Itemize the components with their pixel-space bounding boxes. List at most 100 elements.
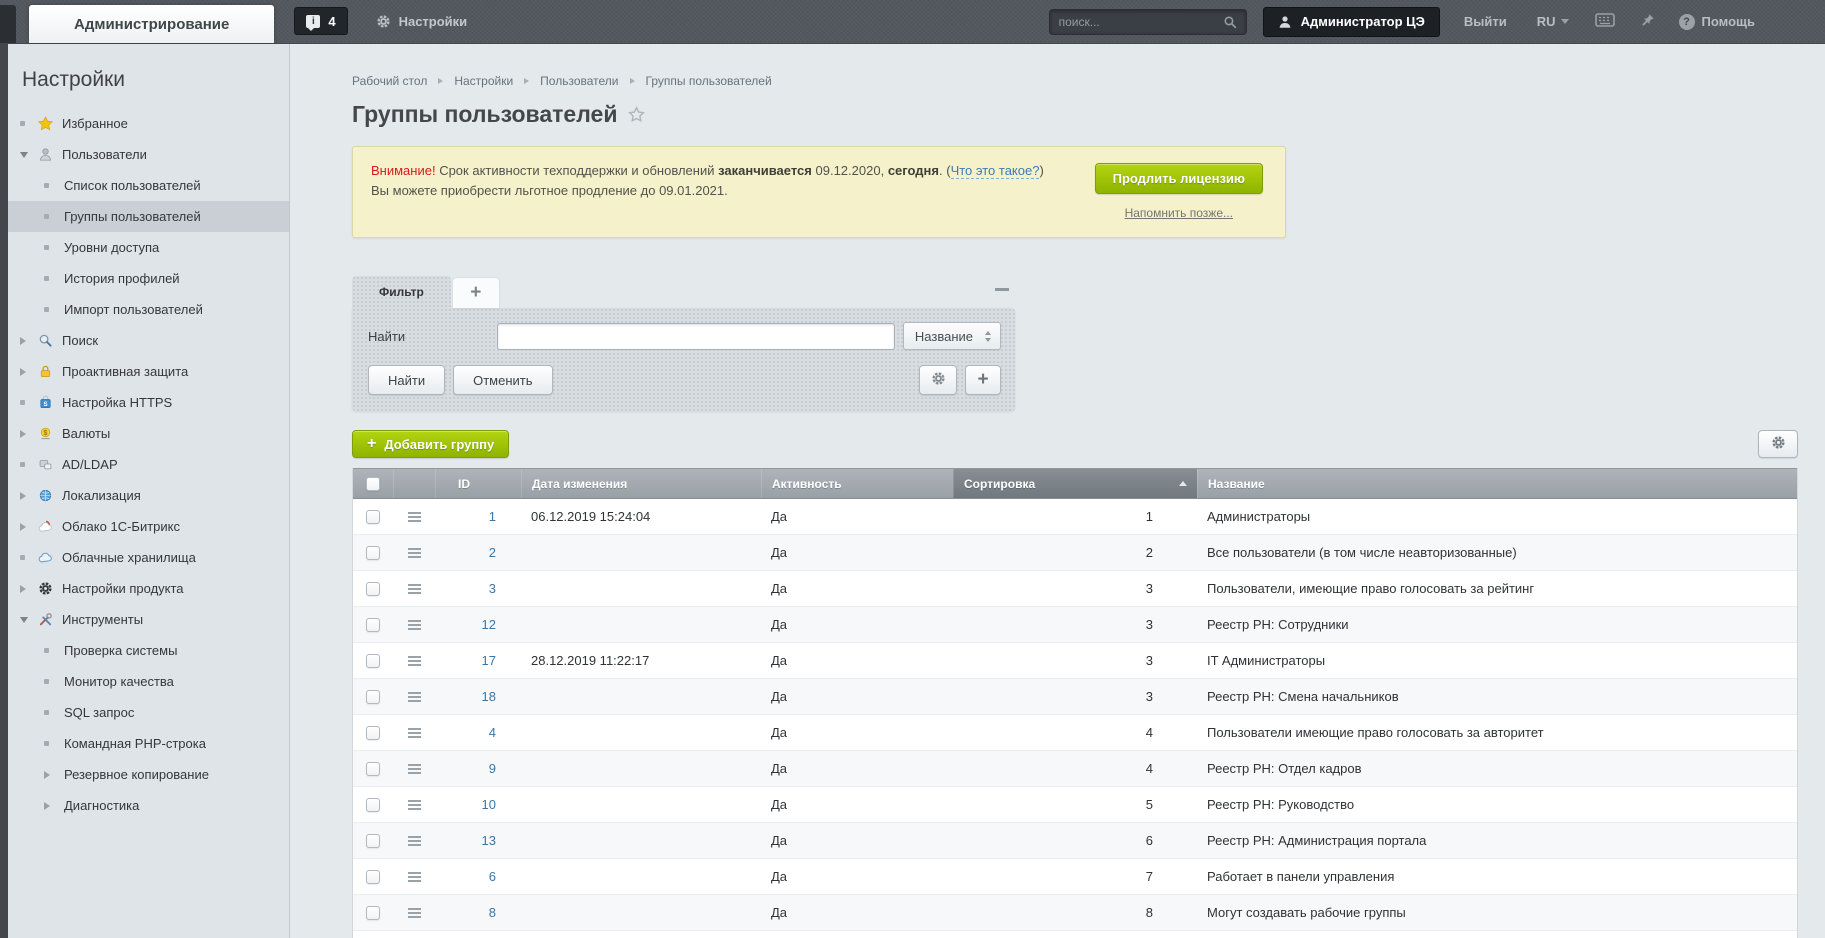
hotkeys-keyboard-button[interactable] (1595, 13, 1615, 30)
sidebar-item[interactable]: Поиск (8, 325, 289, 356)
row-menu-icon[interactable] (408, 876, 421, 878)
row-checkbox[interactable] (366, 762, 380, 776)
expander-icon[interactable] (44, 771, 58, 779)
row-id-link[interactable]: 6 (489, 869, 496, 884)
row-id-link[interactable]: 17 (482, 653, 496, 668)
row-id-link[interactable]: 3 (489, 581, 496, 596)
sidebar-item[interactable]: Командная PHP-строка (8, 728, 289, 759)
add-filter-tab-button[interactable]: + (453, 278, 499, 308)
sidebar-item[interactable]: Облачные хранилища (8, 542, 289, 573)
sidebar-collapse-strip[interactable] (0, 44, 8, 938)
logout-link[interactable]: Выйти (1464, 14, 1507, 29)
sidebar-item[interactable]: Диагностика (8, 790, 289, 821)
row-menu-icon[interactable] (408, 912, 421, 914)
row-menu-icon[interactable] (408, 624, 421, 626)
row-id-link[interactable]: 13 (482, 833, 496, 848)
remind-later-link[interactable]: Напомнить позже... (1125, 203, 1233, 223)
select-all-checkbox[interactable] (366, 477, 380, 491)
row-id-link[interactable]: 18 (482, 689, 496, 704)
help-button[interactable]: ? Помощь (1679, 14, 1755, 30)
breadcrumb-link[interactable]: Настройки (454, 74, 513, 88)
row-menu-icon[interactable] (408, 768, 421, 770)
row-checkbox[interactable] (366, 870, 380, 884)
pin-panel-button[interactable] (1641, 13, 1655, 30)
sidebar-item[interactable]: Монитор качества (8, 666, 289, 697)
row-id-link[interactable]: 10 (482, 797, 496, 812)
row-checkbox[interactable] (366, 510, 380, 524)
expander-icon[interactable] (20, 337, 34, 345)
sidebar-item[interactable]: SНастройка HTTPS (8, 387, 289, 418)
row-menu-icon[interactable] (408, 804, 421, 806)
add-group-button[interactable]: + Добавить группу (352, 430, 509, 458)
row-menu-icon[interactable] (408, 516, 421, 518)
extend-license-button[interactable]: Продлить лицензию (1095, 163, 1263, 194)
row-menu-icon[interactable] (408, 660, 421, 662)
sidebar-item[interactable]: Локализация (8, 480, 289, 511)
topbar-settings-button[interactable]: Настройки (376, 14, 468, 29)
row-checkbox[interactable] (366, 906, 380, 920)
expander-icon[interactable] (20, 523, 34, 531)
sidebar-item[interactable]: SQL запрос (8, 697, 289, 728)
row-menu-icon[interactable] (408, 696, 421, 698)
row-id-link[interactable]: 4 (489, 725, 496, 740)
row-id-link[interactable]: 8 (489, 905, 496, 920)
breadcrumb-link[interactable]: Группы пользователей (646, 74, 772, 88)
breadcrumb-link[interactable]: Пользователи (540, 74, 618, 88)
sidebar-item[interactable]: Пользователи (8, 139, 289, 170)
column-header-active[interactable]: Активность (761, 469, 953, 498)
sidebar-item[interactable]: История профилей (8, 263, 289, 294)
add-filter-field-button[interactable]: + (965, 365, 1001, 395)
filter-settings-button[interactable] (919, 365, 957, 395)
row-id-link[interactable]: 9 (489, 761, 496, 776)
breadcrumb-link[interactable]: Рабочий стол (352, 74, 427, 88)
current-user-button[interactable]: Администратор ЦЭ (1263, 7, 1440, 37)
expander-icon[interactable] (20, 368, 34, 376)
sidebar-item[interactable]: Импорт пользователей (8, 294, 289, 325)
expander-icon[interactable] (44, 802, 58, 810)
cancel-button[interactable]: Отменить (453, 365, 552, 395)
expander-icon[interactable] (20, 617, 34, 623)
sidebar-item[interactable]: Проверка системы (8, 635, 289, 666)
row-checkbox[interactable] (366, 618, 380, 632)
row-checkbox[interactable] (366, 726, 380, 740)
row-checkbox[interactable] (366, 690, 380, 704)
sidebar-item[interactable]: Инструменты (8, 604, 289, 635)
row-checkbox[interactable] (366, 654, 380, 668)
row-checkbox[interactable] (366, 834, 380, 848)
row-menu-icon[interactable] (408, 588, 421, 590)
find-button[interactable]: Найти (368, 365, 445, 395)
filter-search-input[interactable] (497, 323, 895, 350)
sidebar-item[interactable]: Настройки продукта (8, 573, 289, 604)
sidebar-item[interactable]: Группы пользователей (8, 201, 289, 232)
sidebar-item[interactable]: Резервное копирование (8, 759, 289, 790)
topbar-search-input[interactable] (1059, 15, 1223, 29)
notifications-button[interactable]: i 4 (294, 7, 347, 35)
row-checkbox[interactable] (366, 798, 380, 812)
expander-icon[interactable] (20, 492, 34, 500)
collapse-filter-button[interactable] (995, 288, 1009, 291)
sidebar-item[interactable]: AD/LDAP (8, 449, 289, 480)
sidebar-item[interactable]: Проактивная защита (8, 356, 289, 387)
filter-field-select[interactable]: Название (903, 322, 1001, 350)
tab-administration[interactable]: Администрирование (29, 5, 274, 43)
row-menu-icon[interactable] (408, 840, 421, 842)
row-id-link[interactable]: 1 (489, 509, 496, 524)
row-id-link[interactable]: 2 (489, 545, 496, 560)
row-checkbox[interactable] (366, 582, 380, 596)
row-checkbox[interactable] (366, 546, 380, 560)
column-header-id[interactable]: ID (435, 469, 521, 498)
table-settings-button[interactable] (1758, 430, 1798, 458)
column-header-name[interactable]: Название (1197, 469, 1797, 498)
language-selector[interactable]: RU (1537, 14, 1569, 29)
row-menu-icon[interactable] (408, 732, 421, 734)
column-header-date[interactable]: Дата изменения (521, 469, 761, 498)
sidebar-item[interactable]: Облако 1С-Битрикс (8, 511, 289, 542)
column-header-sort[interactable]: Сортировка (953, 469, 1197, 498)
expander-icon[interactable] (20, 585, 34, 593)
sidebar-item[interactable]: Список пользователей (8, 170, 289, 201)
sidebar-item[interactable]: Уровни доступа (8, 232, 289, 263)
collapsed-site-tab[interactable] (0, 5, 16, 43)
sidebar-item[interactable]: Избранное (8, 108, 289, 139)
expander-icon[interactable] (20, 152, 34, 158)
favorite-star-icon[interactable] (628, 106, 645, 123)
